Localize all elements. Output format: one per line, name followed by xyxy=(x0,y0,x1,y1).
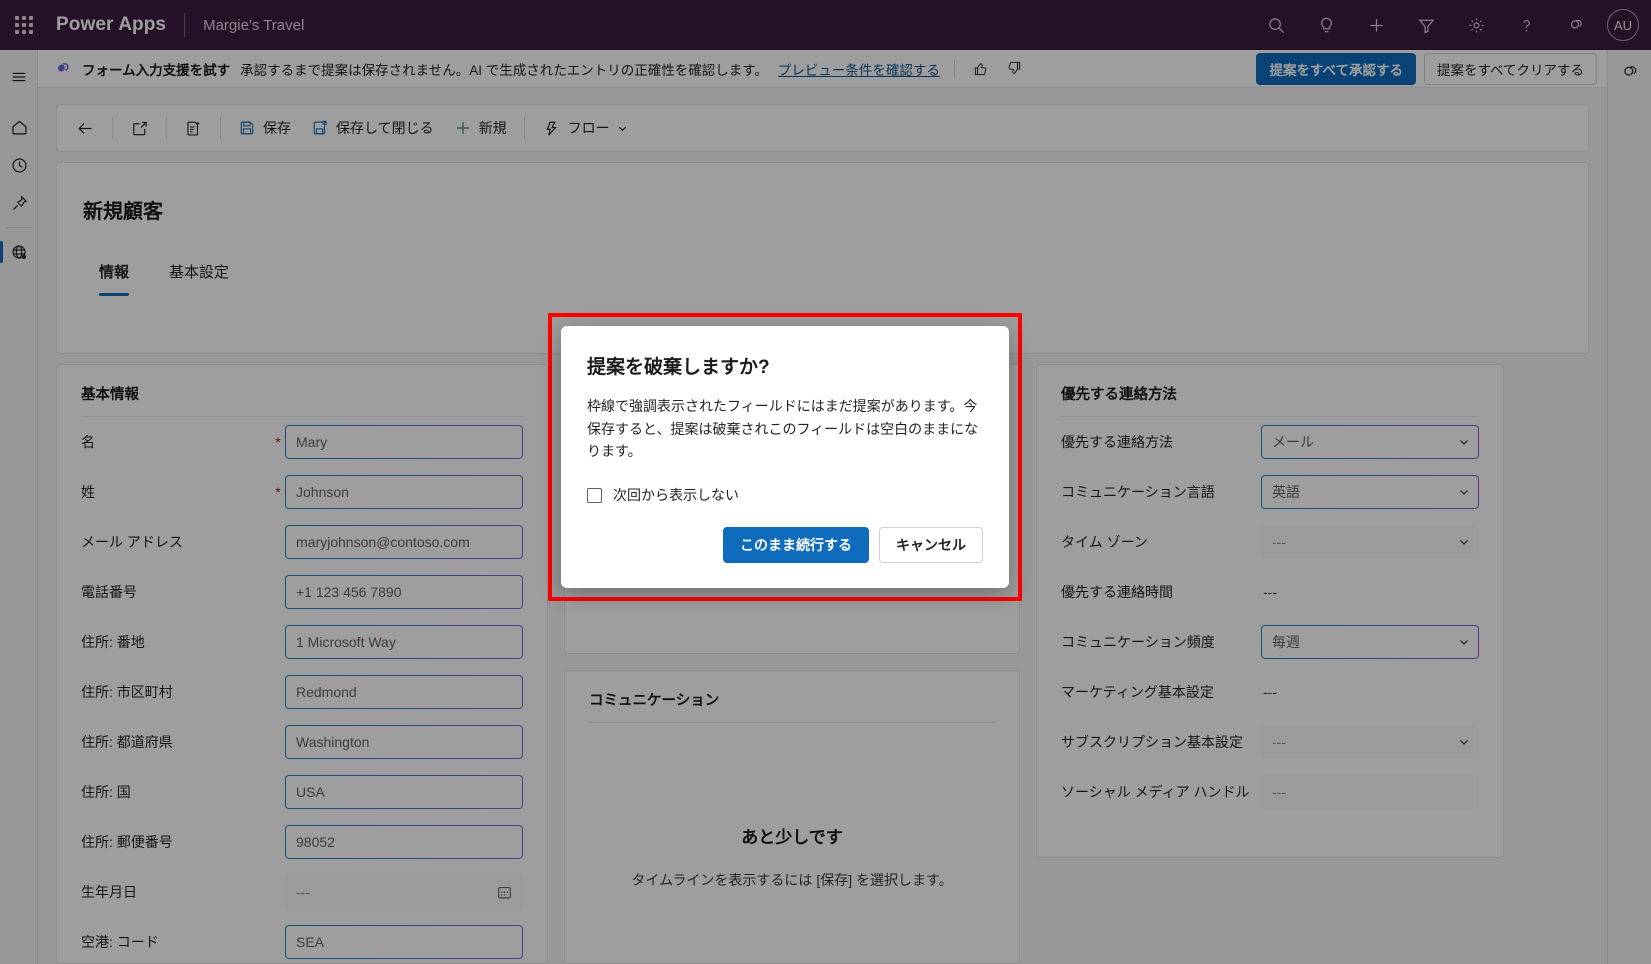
dialog-actions: このまま続行する キャンセル xyxy=(587,527,983,564)
continue-button[interactable]: このまま続行する xyxy=(723,527,869,564)
dialog-body: 枠線で強調表示されたフィールドにはまだ提案があります。今保存すると、提案は破棄さ… xyxy=(587,398,979,460)
app-root: Power Apps Margie's Travel AU フォーム入力支援を試… xyxy=(0,0,1651,964)
discard-suggestions-dialog: 提案を破棄しますか? 枠線で強調表示されたフィールドにはまだ提案があります。今保… xyxy=(561,326,1009,588)
checkbox-label: 次回から表示しない xyxy=(613,487,739,504)
cancel-button[interactable]: キャンセル xyxy=(879,527,983,564)
checkbox-box[interactable] xyxy=(587,487,602,503)
dont-show-again-checkbox[interactable]: 次回から表示しない xyxy=(587,485,983,505)
dialog-title: 提案を破棄しますか? xyxy=(587,357,770,378)
